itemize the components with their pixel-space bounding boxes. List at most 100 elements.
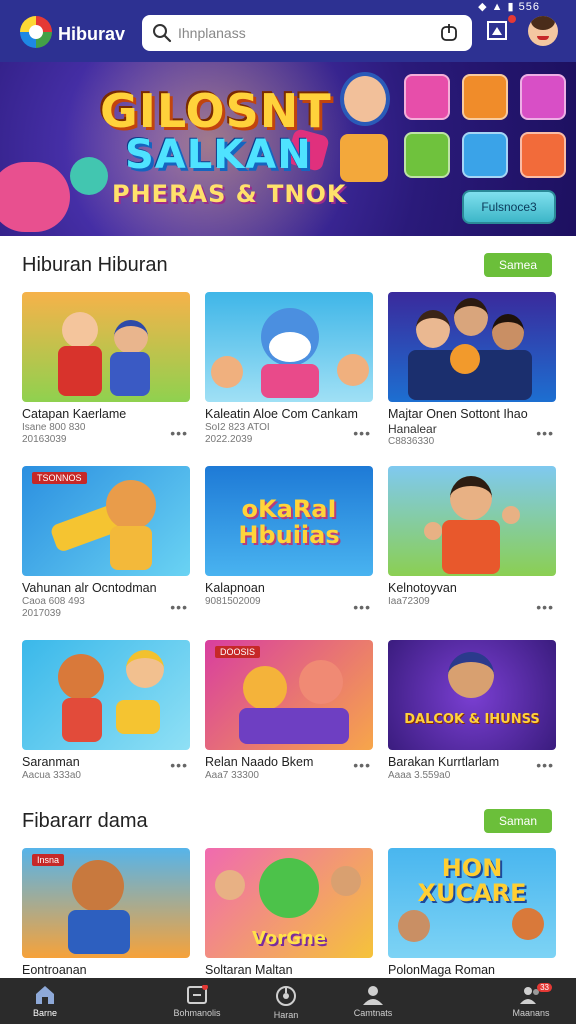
notification-icon <box>487 21 507 40</box>
card-thumbnail <box>205 292 373 402</box>
card-title: Kaleatin Aloe Com Cankam <box>205 407 358 421</box>
card-title: Soltaran Maltan <box>205 963 293 977</box>
nav-friends[interactable]: 33 Maanans <box>486 978 576 1024</box>
more-options-icon[interactable]: ••• <box>536 600 554 614</box>
card-title: Saranman <box>22 755 80 769</box>
card-tag: TSONNOS <box>32 472 87 484</box>
bottom-navigation: Barne Bohmanolis Haran Camtnats 33 Maana… <box>0 978 576 1024</box>
notifications-button[interactable] <box>486 15 516 46</box>
avatar[interactable] <box>528 16 558 46</box>
game-card[interactable]: Saranman Aacua 333a0 ••• <box>22 640 190 782</box>
refresh-icon <box>276 986 296 1006</box>
game-card[interactable]: Kaleatin Aloe Com Cankam SoI2 823 ATOI 2… <box>205 292 373 446</box>
card-art-text: DALCOK & IHUNSS <box>404 712 540 727</box>
wifi-icon: ◆ ▲ ▮ <box>478 1 519 13</box>
more-options-icon[interactable]: ••• <box>536 758 554 772</box>
card-title: Catapan Kaerlame <box>22 407 127 421</box>
hero-banner[interactable]: GILOSNT SALKAN PHERAS & TNOK Fulsnoce3 <box>0 62 576 236</box>
game-card[interactable]: Kelnotoyvan Iaa72309 ••• <box>388 466 556 614</box>
card-title: Eontroanan <box>22 963 87 977</box>
card-thumbnail <box>22 292 190 402</box>
status-bar: ◆ ▲ ▮ 556 <box>478 0 540 13</box>
top-app-bar: ◆ ▲ ▮ 556 Hiburav <box>0 0 576 62</box>
more-options-icon[interactable]: ••• <box>536 426 554 440</box>
card-thumbnail: VorGne <box>205 848 373 958</box>
more-options-icon[interactable]: ••• <box>353 600 371 614</box>
friends-badge: 33 <box>537 983 552 992</box>
card-meta: Aacua 333a0 <box>22 770 81 781</box>
more-options-icon[interactable]: ••• <box>170 758 188 772</box>
card-tag: Insna <box>32 854 65 866</box>
more-options-icon[interactable]: ••• <box>353 426 371 440</box>
game-card[interactable]: oKaRaI Hbuiias Kalapnoan 9081502009 ••• <box>205 466 373 614</box>
card-meta: Iaa72309 <box>388 596 430 607</box>
battery-level: 556 <box>518 1 540 13</box>
banner-title-line3: PHERAS & TNOK <box>112 180 347 208</box>
game-tile <box>462 74 508 120</box>
card-art-text: HON XUCARE <box>417 854 527 907</box>
notification-dot <box>508 15 516 23</box>
card-meta: Aaaa 3.559a0 <box>388 770 451 781</box>
game-card[interactable]: Catapan Kaerlame Isane 800 830 20163039 … <box>22 292 190 446</box>
card-thumbnail: oKaRaI Hbuiias <box>205 466 373 576</box>
card-thumbnail <box>388 466 556 576</box>
game-tile <box>520 74 566 120</box>
section-title: Fibararr dama <box>22 810 148 832</box>
app-logo[interactable] <box>20 16 52 48</box>
app-name: Hiburav <box>58 24 126 44</box>
home-icon <box>36 986 54 1004</box>
card-title: Vahunan alr Ocntodman <box>22 581 157 595</box>
card-thumbnail <box>388 292 556 402</box>
card-meta: Isane 800 830 <box>22 422 86 433</box>
section-title: Hiburan Hiburan <box>22 254 168 276</box>
game-card[interactable]: VorGne Soltaran Maltan <box>205 848 373 978</box>
nav-label: Maanans <box>512 1008 550 1018</box>
game-card[interactable]: TSONNOS Vahunan alr Ocntodman Caoa 608 4… <box>22 466 190 620</box>
game-tile <box>404 132 450 178</box>
banner-character <box>0 162 70 232</box>
game-card[interactable]: Insna Eontroanan <box>22 848 190 978</box>
game-card[interactable]: Majtar Onen Sottont Ihao Hanalear C88363… <box>388 292 556 448</box>
card-meta: Aaa7 33300 <box>205 770 259 781</box>
more-options-icon[interactable]: ••• <box>170 426 188 440</box>
game-tile <box>520 132 566 178</box>
game-card[interactable]: DOOSIS Relan Naado Bkem Aaa7 33300 ••• <box>205 640 373 782</box>
card-title: Kalapnoan <box>205 581 265 595</box>
card-title: Barakan Kurrtlarlam <box>388 755 500 769</box>
card-thumbnail <box>22 640 190 750</box>
card-thumbnail: DALCOK & IHUNSS <box>388 640 556 750</box>
see-all-button[interactable]: Saman <box>484 809 552 833</box>
card-art-text: VorGne <box>252 928 326 949</box>
card-meta: 2022.2039 <box>205 434 253 445</box>
search-input[interactable] <box>178 22 428 44</box>
banner-character <box>70 157 108 195</box>
card-thumbnail: DOOSIS <box>205 640 373 750</box>
card-meta: SoI2 823 ATOI <box>205 422 270 433</box>
card-meta: 9081502009 <box>205 596 261 607</box>
banner-title-line2: SALKAN <box>125 132 312 178</box>
more-options-icon[interactable]: ••• <box>353 758 371 772</box>
card-meta: Hanalear <box>388 422 437 436</box>
nav-refresh[interactable]: Haran <box>241 978 331 1024</box>
card-art-text: oKaRaI Hbuiias <box>238 495 340 549</box>
nav-library[interactable]: Bohmanolis <box>152 978 242 1024</box>
nav-home[interactable]: Barne <box>0 978 90 1024</box>
voice-search-icon[interactable] <box>440 24 458 42</box>
game-tile <box>404 74 450 120</box>
banner-title-line1: GILOSNT <box>100 84 332 138</box>
card-title: Kelnotoyvan <box>388 581 457 595</box>
card-thumbnail: Insna <box>22 848 190 958</box>
more-options-icon[interactable]: ••• <box>170 600 188 614</box>
game-tile <box>462 132 508 178</box>
game-card[interactable]: HON XUCARE PolonMaga Roman <box>388 848 556 978</box>
game-card[interactable]: DALCOK & IHUNSS Barakan Kurrtlarlam Aaaa… <box>388 640 556 782</box>
nav-label: Haran <box>273 1010 299 1020</box>
nav-label: Camtnats <box>353 1008 393 1018</box>
card-meta: 2017039 <box>22 608 61 619</box>
card-tag: DOOSIS <box>215 646 261 658</box>
see-all-button[interactable]: Samea <box>484 253 552 277</box>
search-bar[interactable] <box>142 15 472 51</box>
nav-profile[interactable]: Camtnats <box>328 978 418 1024</box>
banner-play-button[interactable]: Fulsnoce3 <box>462 190 556 224</box>
library-icon <box>187 985 208 1004</box>
